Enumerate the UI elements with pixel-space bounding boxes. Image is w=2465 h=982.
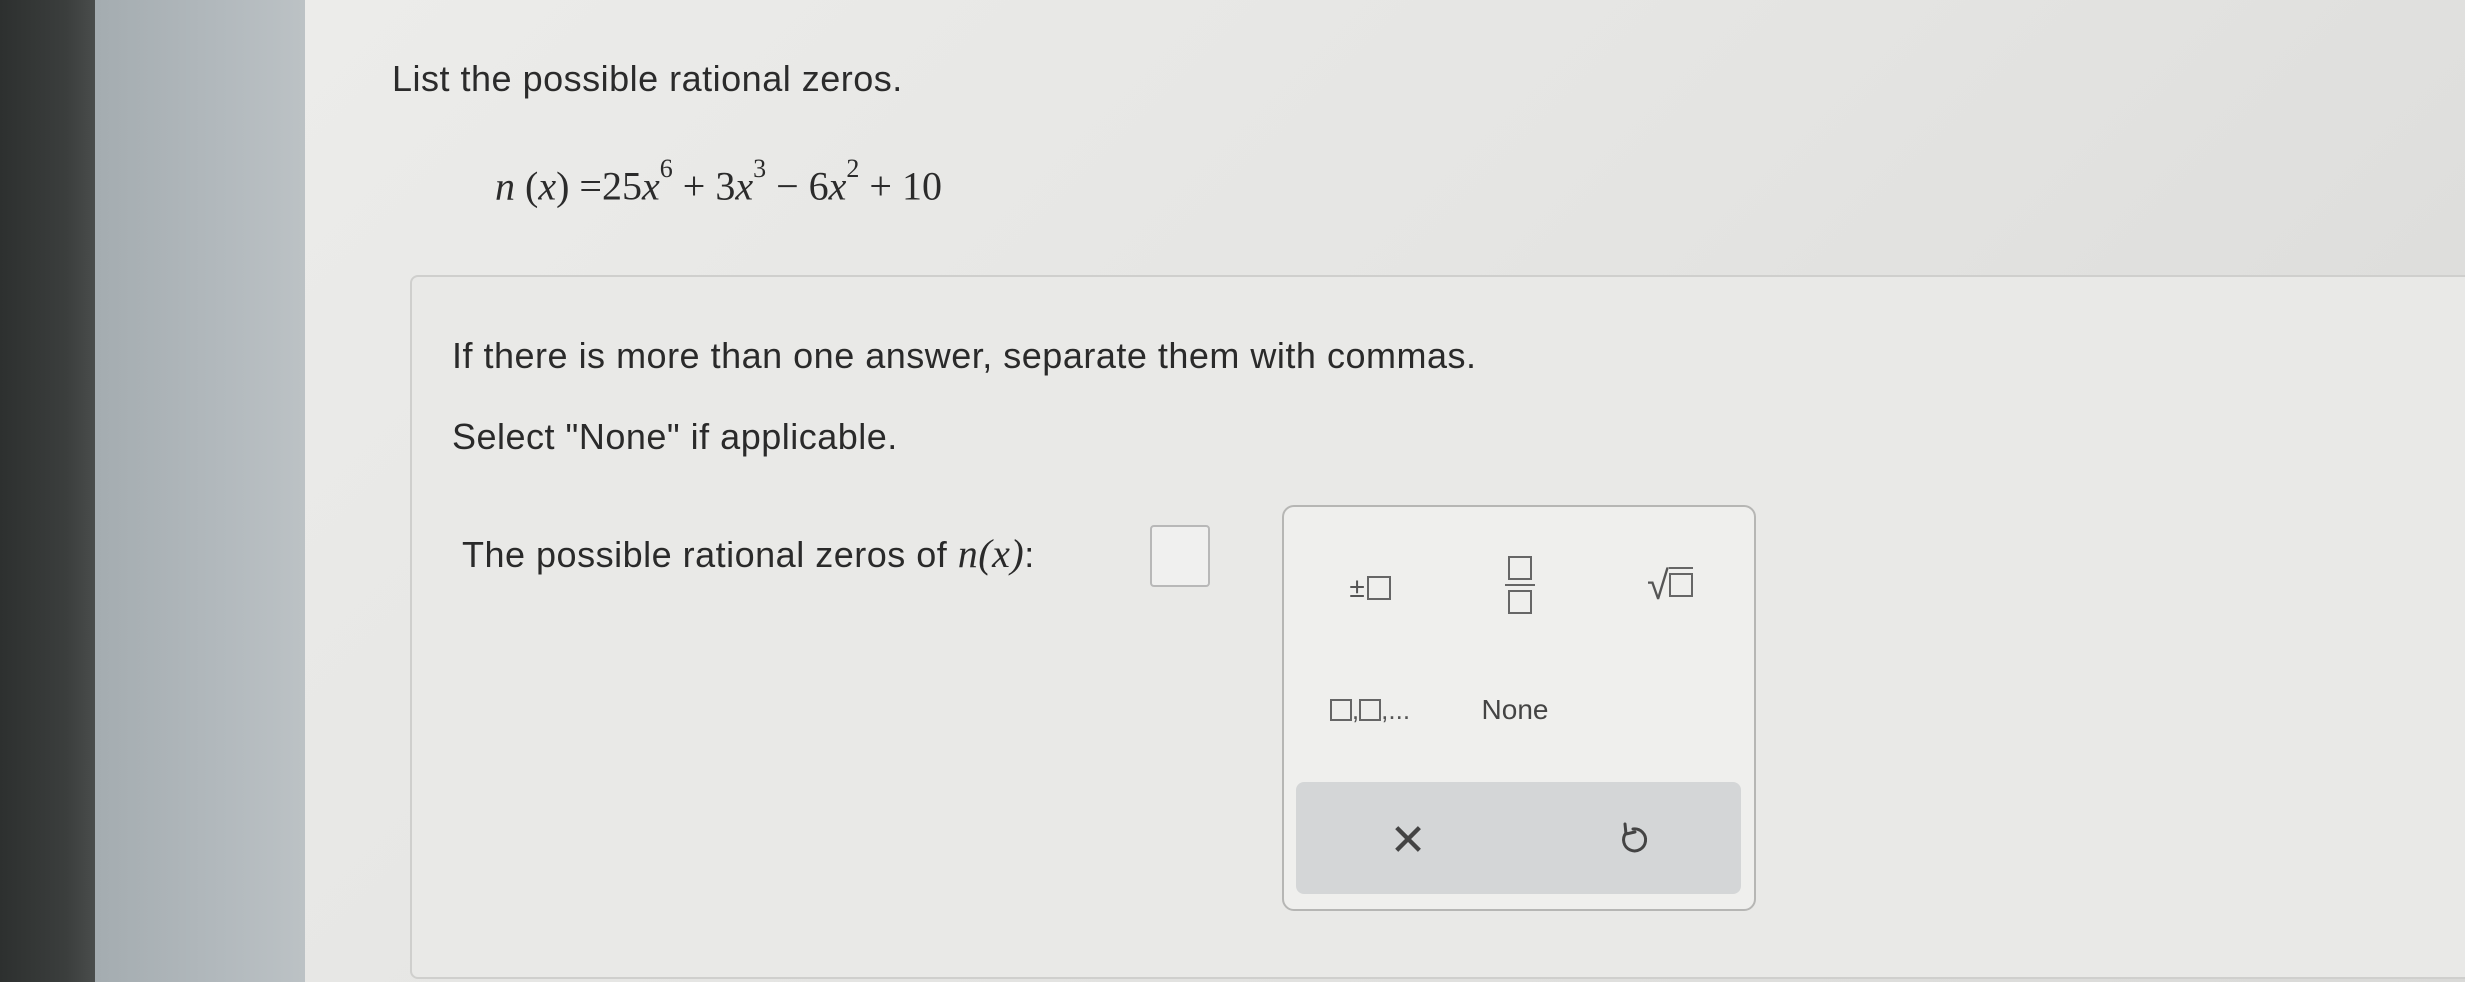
palette-action-bar xyxy=(1296,782,1741,894)
term-4-const: 10 xyxy=(901,163,942,209)
list-box-1-icon xyxy=(1329,699,1352,721)
fraction-button[interactable] xyxy=(1490,545,1550,625)
plus-minus-symbol: ± xyxy=(1349,572,1365,603)
answer-label: The possible rational zeros of n(x): xyxy=(462,531,1035,576)
undo-icon xyxy=(1622,822,1648,853)
term-2-var: x xyxy=(735,163,754,209)
radicand-box-icon xyxy=(1668,573,1693,597)
function-name: n xyxy=(495,163,515,209)
term-2-exp: 3 xyxy=(753,154,767,183)
monitor-bezel xyxy=(0,0,95,982)
numerator-box-icon xyxy=(1508,556,1532,580)
answer-input[interactable] xyxy=(1150,525,1210,587)
term-1-exp: 6 xyxy=(659,154,673,183)
none-button[interactable]: None xyxy=(1470,685,1560,735)
term-1-var: x xyxy=(641,163,660,209)
term-3-coef: 6 xyxy=(808,163,829,209)
polynomial-equation: n (x) =25x6 + 3x3 − 6x2 + 10 xyxy=(495,154,942,209)
answer-label-func: n xyxy=(957,531,979,576)
undo-button[interactable] xyxy=(1605,812,1661,868)
clear-button[interactable]: ✕ xyxy=(1380,812,1436,868)
side-panel xyxy=(95,0,305,982)
instruction-commas: If there is more than one answer, separa… xyxy=(452,335,1477,376)
list-button[interactable]: ,,... xyxy=(1315,685,1425,735)
term-1-coef: 25 xyxy=(601,163,642,209)
square-root-button[interactable]: √ xyxy=(1630,558,1710,614)
term-3-var: x xyxy=(828,163,847,209)
function-arg: x xyxy=(538,163,557,209)
term-3-exp: 2 xyxy=(846,154,860,183)
answer-label-text: The possible rational zeros of xyxy=(462,534,948,575)
list-box-2-icon xyxy=(1359,699,1382,721)
denominator-box-icon xyxy=(1508,590,1532,614)
placeholder-box-icon xyxy=(1366,576,1391,600)
instruction-none: Select "None" if applicable. xyxy=(452,416,898,457)
radical-icon: √ xyxy=(1647,564,1669,608)
close-icon: ✕ xyxy=(1389,815,1427,865)
plus-minus-button[interactable]: ± xyxy=(1330,562,1410,614)
answer-label-arg: x xyxy=(992,531,1011,576)
term-2-coef: 3 xyxy=(715,163,736,209)
fraction-bar-icon xyxy=(1505,584,1535,586)
question-prompt: List the possible rational zeros. xyxy=(392,58,903,99)
